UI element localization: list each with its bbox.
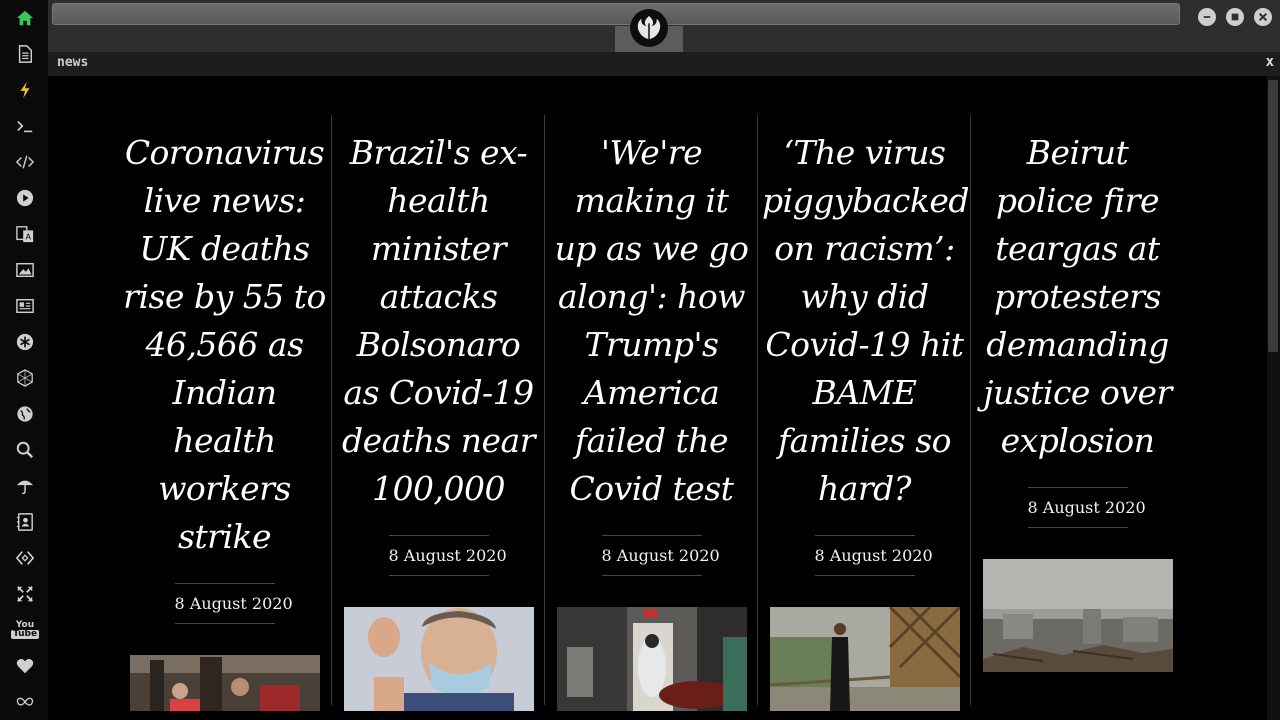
maximize-button[interactable] <box>1226 8 1244 26</box>
minimize-icon <box>1203 16 1211 18</box>
youtube-icon[interactable]: You Tube <box>10 617 40 643</box>
contacts-icon[interactable] <box>12 509 38 535</box>
woman-on-bridge-photo[interactable] <box>769 607 960 711</box>
umbrella-icon[interactable] <box>12 473 38 499</box>
article-date: 8 August 2020 <box>814 535 933 576</box>
tag-code-icon[interactable] <box>12 545 38 571</box>
bolsonaro-photo[interactable] <box>343 607 534 711</box>
close-icon <box>1258 12 1268 22</box>
lightning-icon[interactable] <box>12 77 38 103</box>
scrollbar-thumb[interactable] <box>1268 80 1278 352</box>
protest-photo[interactable] <box>129 655 320 711</box>
article-date: 8 August 2020 <box>601 535 720 576</box>
article-date: 8 August 2020 <box>174 583 293 624</box>
translate-icon[interactable]: A <box>12 221 38 247</box>
article-headline[interactable]: Brazil's ex-health minister attacks Bols… <box>336 129 541 513</box>
terminal-icon[interactable] <box>12 113 38 139</box>
tab-title[interactable]: news <box>57 55 88 70</box>
maximize-icon <box>1231 13 1239 21</box>
article-card[interactable]: Beirut police fire teargas at protesters… <box>970 115 1184 705</box>
heart-icon[interactable] <box>12 653 38 679</box>
asterisk-icon[interactable] <box>12 329 38 355</box>
app-sidebar: A You Tube <box>0 0 49 720</box>
minimize-button[interactable] <box>1198 8 1216 26</box>
article-date: 8 August 2020 <box>1027 487 1146 528</box>
hospital-photo[interactable] <box>556 607 747 711</box>
article-card[interactable]: ‘The virus piggybacked on racism’: why d… <box>757 115 971 711</box>
article-headline[interactable]: ‘The virus piggybacked on racism’: why d… <box>762 129 970 513</box>
article-card[interactable]: Coronavirus live news: UK deaths rise by… <box>118 115 331 711</box>
globe-icon[interactable] <box>12 401 38 427</box>
code-icon[interactable] <box>12 149 38 175</box>
article-headline[interactable]: Beirut police fire teargas at protesters… <box>975 129 1180 465</box>
rebel-alliance-icon <box>630 9 668 47</box>
home-icon[interactable] <box>12 5 38 31</box>
article-headline[interactable]: Coronavirus live news: UK deaths rise by… <box>122 129 327 561</box>
document-icon[interactable] <box>12 41 38 67</box>
article-card[interactable]: 'We're making it up as we go along': how… <box>544 115 758 711</box>
address-bar[interactable] <box>52 3 1180 25</box>
search-icon[interactable] <box>12 437 38 463</box>
infinity-icon[interactable] <box>12 689 38 715</box>
close-window-button[interactable] <box>1254 8 1272 26</box>
hexagon-icon[interactable] <box>12 365 38 391</box>
article-headline[interactable]: 'We're making it up as we go along': how… <box>549 129 754 513</box>
expand-icon[interactable] <box>12 581 38 607</box>
svg-text:A: A <box>25 231 31 241</box>
article-card[interactable]: Brazil's ex-health minister attacks Bols… <box>331 115 545 711</box>
article-date: 8 August 2020 <box>388 535 507 576</box>
image-icon[interactable] <box>12 257 38 283</box>
newspaper-icon[interactable] <box>12 293 38 319</box>
beirut-ruins-photo[interactable] <box>982 559 1173 672</box>
play-icon[interactable] <box>12 185 38 211</box>
news-content: Coronavirus live news: UK deaths rise by… <box>48 76 1267 720</box>
tab-strip: news x <box>48 52 1280 76</box>
window-titlebar <box>48 0 1280 52</box>
tab-close-button[interactable]: x <box>1266 54 1274 70</box>
